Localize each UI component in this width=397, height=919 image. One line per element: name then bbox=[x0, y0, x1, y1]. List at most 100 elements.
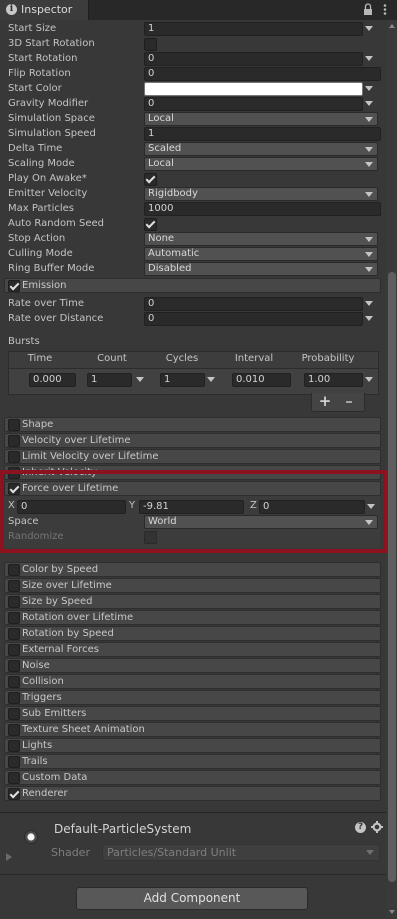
module-checkbox[interactable] bbox=[8, 580, 20, 592]
add-component-button[interactable]: Add Component bbox=[76, 887, 308, 910]
burst-count-field[interactable]: 1 bbox=[87, 373, 132, 387]
curve-dropdown-arrow[interactable] bbox=[136, 377, 144, 382]
module-checkbox[interactable] bbox=[8, 419, 20, 431]
module-header-noise[interactable]: Noise bbox=[4, 658, 381, 673]
curve-dropdown-arrow[interactable] bbox=[365, 86, 373, 91]
more-options-icon[interactable] bbox=[380, 3, 390, 16]
lock-icon[interactable] bbox=[362, 3, 374, 16]
culling-mode-dropdown[interactable]: Automatic bbox=[144, 247, 378, 261]
scrollbar-thumb[interactable] bbox=[388, 272, 396, 882]
shader-label: Shader bbox=[51, 846, 90, 859]
curve-dropdown-arrow[interactable] bbox=[365, 56, 373, 61]
start-rotation-field[interactable]: 0 bbox=[144, 52, 363, 66]
help-icon[interactable]: ? bbox=[355, 822, 366, 833]
info-icon: i bbox=[6, 4, 17, 15]
property-label: Gravity Modifier bbox=[8, 98, 89, 109]
module-header-texture-sheet-animation[interactable]: Texture Sheet Animation bbox=[4, 722, 381, 737]
property-label: Scaling Mode bbox=[8, 158, 75, 169]
module-checkbox[interactable] bbox=[8, 692, 20, 704]
property-label: Ring Buffer Mode bbox=[8, 263, 95, 274]
module-checkbox[interactable] bbox=[8, 676, 20, 688]
module-header-rotation-over-lifetime[interactable]: Rotation over Lifetime bbox=[4, 610, 381, 625]
shader-dropdown[interactable]: Particles/Standard Unlit bbox=[102, 844, 380, 861]
simulation-space-dropdown[interactable]: Local bbox=[144, 112, 378, 126]
property-label: Start Color bbox=[8, 83, 62, 94]
module-header-external-forces[interactable]: External Forces bbox=[4, 642, 381, 657]
simulation-speed-field[interactable]: 1 bbox=[144, 127, 381, 141]
add-burst-button[interactable]: + bbox=[316, 392, 334, 410]
curve-dropdown-arrow[interactable] bbox=[365, 101, 373, 106]
module-checkbox[interactable] bbox=[8, 724, 20, 736]
property-label: Emitter Velocity bbox=[8, 188, 88, 199]
module-checkbox[interactable] bbox=[8, 660, 20, 672]
module-checkbox[interactable] bbox=[8, 756, 20, 768]
module-header-triggers[interactable]: Triggers bbox=[4, 690, 381, 705]
property-label: Start Size bbox=[8, 23, 57, 34]
module-header-shape[interactable]: Shape bbox=[4, 417, 381, 432]
module-header-limit-velocity-over-lifetime[interactable]: Limit Velocity over Lifetime bbox=[4, 449, 381, 464]
delta-time-dropdown[interactable]: Scaled bbox=[144, 142, 378, 156]
module-header-velocity-over-lifetime[interactable]: Velocity over Lifetime bbox=[4, 433, 381, 448]
rate-over-distance-field[interactable]: 0 bbox=[144, 312, 363, 326]
scroll-down-arrow[interactable] bbox=[389, 910, 395, 914]
curve-dropdown-arrow[interactable] bbox=[207, 377, 215, 382]
scroll-up-arrow[interactable] bbox=[389, 24, 395, 28]
module-checkbox[interactable] bbox=[8, 772, 20, 784]
module-header-emission[interactable]: Emission bbox=[4, 278, 381, 293]
foldout-arrow-icon[interactable] bbox=[6, 853, 12, 861]
3d-start-rotation-checkbox[interactable] bbox=[144, 38, 157, 51]
module-header-color-by-speed[interactable]: Color by Speed bbox=[4, 562, 381, 577]
curve-dropdown-arrow[interactable] bbox=[365, 26, 373, 31]
burst-interval-field[interactable]: 0.010 bbox=[232, 373, 291, 387]
curve-dropdown-arrow[interactable] bbox=[365, 316, 373, 321]
module-header-trails[interactable]: Trails bbox=[4, 754, 381, 769]
gear-icon[interactable] bbox=[371, 821, 383, 833]
module-header-custom-data[interactable]: Custom Data bbox=[4, 770, 381, 785]
burst-probability-field[interactable]: 1.00 bbox=[304, 373, 363, 387]
start-color-color-swatch[interactable] bbox=[144, 82, 363, 96]
start-size-field[interactable]: 1 bbox=[144, 22, 363, 36]
stop-action-dropdown[interactable]: None bbox=[144, 232, 378, 246]
module-checkbox[interactable] bbox=[8, 596, 20, 608]
auto-random-seed-checkbox[interactable] bbox=[144, 218, 157, 231]
remove-burst-button[interactable]: – bbox=[340, 392, 358, 410]
rate-over-time-field[interactable]: 0 bbox=[144, 297, 363, 311]
module-header-renderer[interactable]: Renderer bbox=[4, 786, 381, 801]
property-label: Auto Random Seed bbox=[8, 218, 104, 229]
property-label: Culling Mode bbox=[8, 248, 73, 259]
module-header-size-by-speed[interactable]: Size by Speed bbox=[4, 594, 381, 609]
module-checkbox[interactable] bbox=[8, 788, 20, 800]
emitter-velocity-dropdown[interactable]: Rigidbody bbox=[144, 187, 378, 201]
tab-inspector[interactable]: i Inspector bbox=[0, 0, 89, 20]
burst-header-probability: Probability bbox=[301, 353, 355, 364]
scaling-mode-dropdown[interactable]: Local bbox=[144, 157, 378, 171]
burst-cycles-field[interactable]: 1 bbox=[160, 373, 205, 387]
play-on-awake-checkbox[interactable] bbox=[144, 173, 157, 186]
module-checkbox[interactable] bbox=[8, 740, 20, 752]
module-checkbox[interactable] bbox=[8, 644, 20, 656]
module-header-size-over-lifetime[interactable]: Size over Lifetime bbox=[4, 578, 381, 593]
module-checkbox[interactable] bbox=[8, 451, 20, 463]
gravity-modifier-field[interactable]: 0 bbox=[144, 97, 363, 111]
module-checkbox[interactable] bbox=[8, 708, 20, 720]
curve-dropdown-arrow[interactable] bbox=[365, 301, 373, 306]
module-header-rotation-by-speed[interactable]: Rotation by Speed bbox=[4, 626, 381, 641]
module-header-sub-emitters[interactable]: Sub Emitters bbox=[4, 706, 381, 721]
curve-dropdown-arrow[interactable] bbox=[365, 377, 373, 382]
module-title: External Forces bbox=[22, 644, 99, 655]
module-checkbox[interactable] bbox=[8, 564, 20, 576]
module-header-collision[interactable]: Collision bbox=[4, 674, 381, 689]
property-label: 3D Start Rotation bbox=[8, 38, 95, 49]
module-checkbox[interactable] bbox=[8, 280, 20, 292]
ring-buffer-mode-dropdown[interactable]: Disabled bbox=[144, 262, 378, 276]
flip-rotation-field[interactable]: 0 bbox=[144, 67, 381, 81]
module-checkbox[interactable] bbox=[8, 612, 20, 624]
module-checkbox[interactable] bbox=[8, 435, 20, 447]
module-title: Lights bbox=[22, 740, 53, 751]
module-header-lights[interactable]: Lights bbox=[4, 738, 381, 753]
module-checkbox[interactable] bbox=[8, 628, 20, 640]
module-title: Size by Speed bbox=[22, 596, 93, 607]
max-particles-field[interactable]: 1000 bbox=[144, 202, 381, 216]
property-label: Rate over Distance bbox=[8, 313, 104, 324]
burst-time-field[interactable]: 0.000 bbox=[29, 373, 76, 387]
